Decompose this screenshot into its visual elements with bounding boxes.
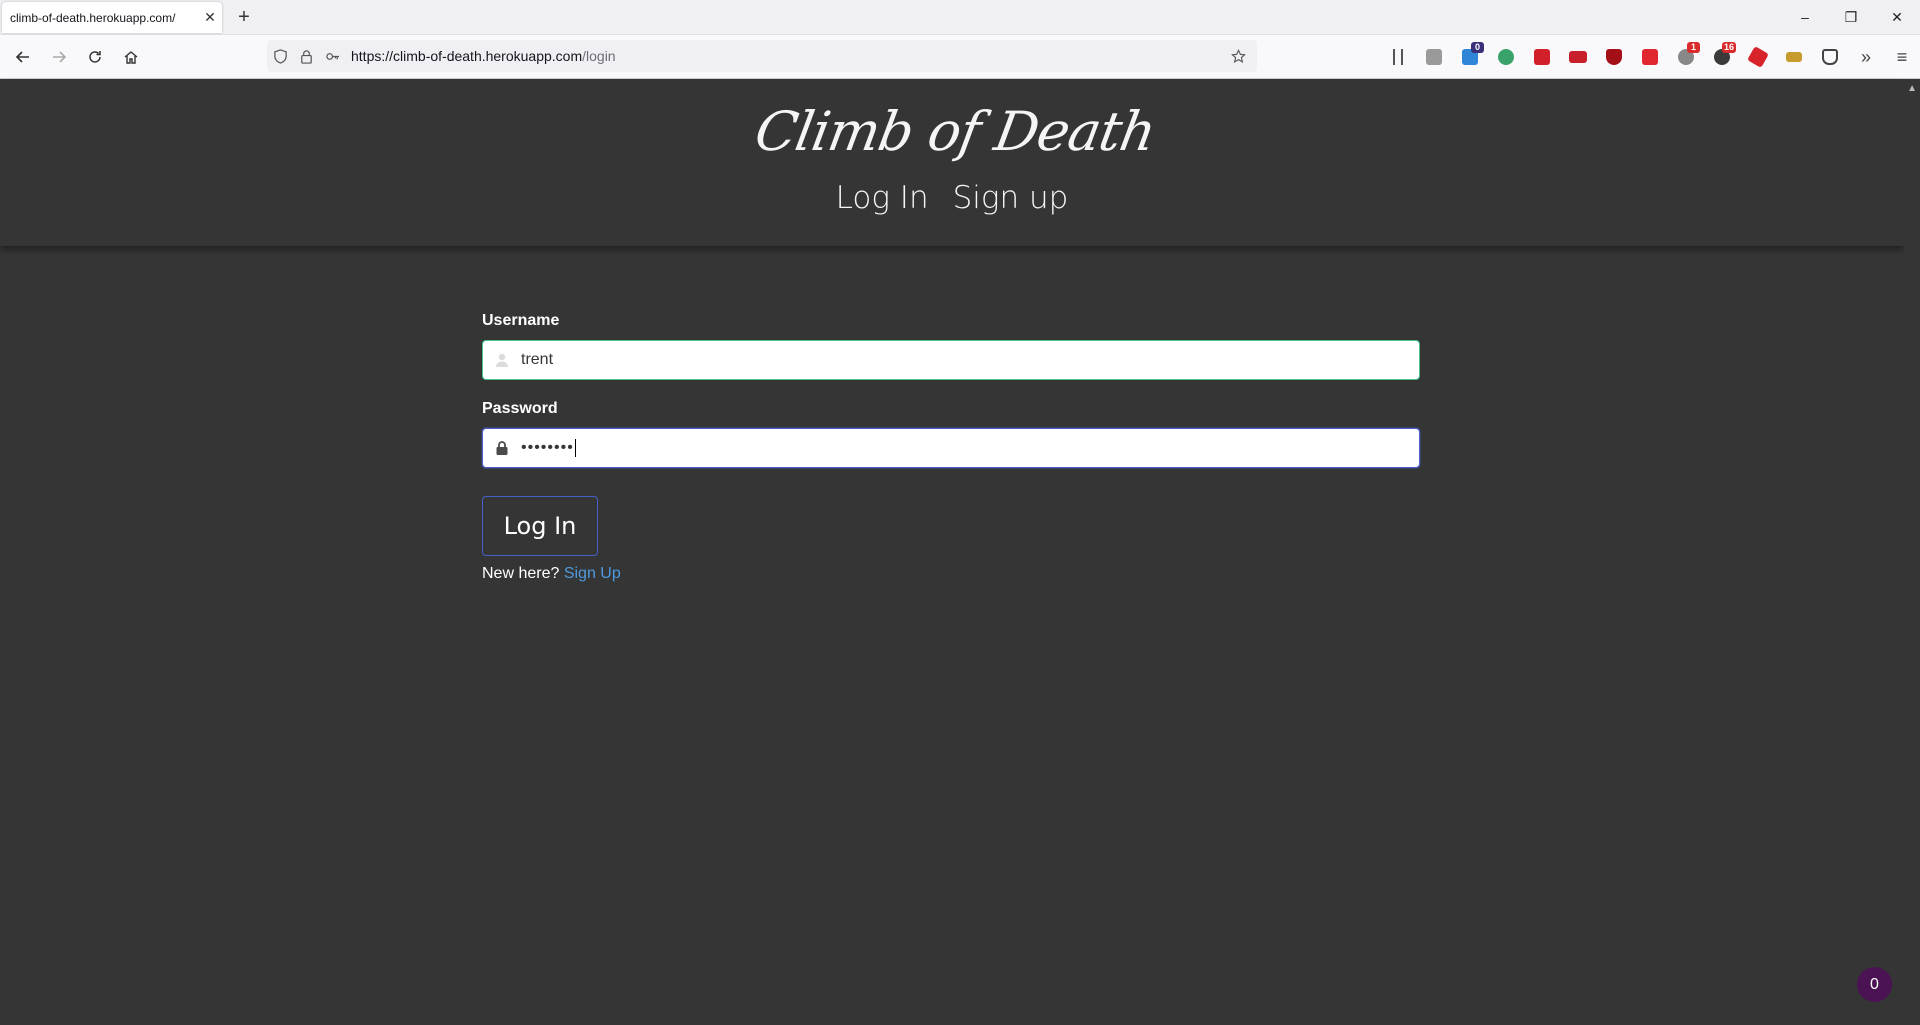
window-close-button[interactable]: ✕ (1874, 0, 1920, 34)
extension-bird-icon[interactable] (1776, 42, 1812, 72)
extension-badge: 16 (1721, 42, 1736, 53)
extension-toolbar: 0 1 16 » ≡ (1380, 42, 1920, 72)
bookmark-star-icon[interactable] (1225, 42, 1251, 70)
page: Climb of Death Log In Sign up Username t… (0, 80, 1904, 1025)
library-icon[interactable] (1380, 42, 1416, 72)
lock-icon[interactable] (293, 42, 319, 70)
close-icon[interactable]: ✕ (198, 6, 222, 30)
hamburger-menu-icon[interactable]: ≡ (1884, 42, 1920, 72)
key-icon[interactable] (319, 42, 345, 70)
extension-cloud-icon[interactable]: 16 (1704, 42, 1740, 72)
url-bar[interactable]: https://climb-of-death.herokuapp.com/log… (267, 40, 1257, 72)
logo-text: Climb of Death (750, 99, 1160, 163)
username-value: trent (521, 351, 554, 368)
new-here-text: New here? (482, 565, 560, 582)
username-label: Username (482, 312, 560, 329)
extension-gear-icon[interactable]: 1 (1668, 42, 1704, 72)
login-form: Username trent Password •••••••• Log In … (482, 312, 1420, 583)
ublock-icon[interactable] (1596, 42, 1632, 72)
password-value: •••••••• (521, 439, 574, 456)
nav-signup-link[interactable]: Sign up (953, 180, 1069, 216)
extension-badge: 0 (1471, 42, 1484, 53)
window-controls: – ❐ ✕ (1782, 0, 1920, 34)
username-field[interactable]: trent (482, 340, 1420, 380)
extension-blue-icon[interactable]: 0 (1452, 42, 1488, 72)
password-label: Password (482, 400, 558, 417)
extension-red-pen-icon[interactable] (1524, 42, 1560, 72)
reload-icon (89, 51, 101, 63)
user-icon (483, 352, 521, 368)
site-logo[interactable]: Climb of Death (750, 92, 1159, 170)
browser-tab[interactable]: climb-of-death.herokuapp.com/ ✕ (2, 2, 222, 33)
back-button[interactable] (8, 42, 38, 72)
reload-button[interactable] (80, 42, 110, 72)
tab-title: climb-of-death.herokuapp.com/ (10, 10, 176, 25)
url-host: https://climb-of-death.herokuapp.com (351, 48, 583, 64)
browser-tab-bar: climb-of-death.herokuapp.com/ ✕ + – ❐ ✕ (0, 0, 1920, 35)
restore-button[interactable]: ❐ (1828, 0, 1874, 34)
extension-s-icon[interactable] (1632, 42, 1668, 72)
site-header: Climb of Death Log In Sign up (0, 80, 1904, 246)
login-submit-button[interactable]: Log In (482, 496, 598, 556)
extension-gray-icon[interactable] (1416, 42, 1452, 72)
forward-button[interactable] (44, 42, 74, 72)
scroll-up-arrow-icon[interactable]: ▲ (1907, 83, 1917, 94)
url-path: /login (582, 48, 616, 64)
extension-badge: 1 (1687, 42, 1700, 53)
home-button[interactable] (116, 42, 146, 72)
bitwarden-icon[interactable] (1812, 42, 1848, 72)
back-arrow-icon (15, 51, 29, 63)
minimize-button[interactable]: – (1782, 0, 1828, 34)
browser-nav-bar: https://climb-of-death.herokuapp.com/log… (0, 35, 1920, 79)
new-tab-button[interactable]: + (232, 5, 256, 29)
signup-link[interactable]: Sign Up (564, 565, 621, 582)
home-icon (124, 51, 138, 64)
text-caret (574, 439, 576, 457)
shield-icon[interactable] (267, 42, 293, 70)
extension-green-icon[interactable] (1488, 42, 1524, 72)
site-nav: Log In Sign up (0, 180, 1904, 216)
url-text: https://climb-of-death.herokuapp.com/log… (351, 48, 1225, 64)
forward-arrow-icon (53, 51, 67, 63)
lock-icon (483, 440, 521, 456)
signup-prompt: New here? Sign Up (482, 565, 1420, 583)
password-field[interactable]: •••••••• (482, 428, 1420, 468)
extension-hd-icon[interactable] (1560, 42, 1596, 72)
notification-counter-badge[interactable]: 0 (1857, 967, 1892, 1002)
overflow-chevron-icon[interactable]: » (1848, 42, 1884, 72)
nav-login-link[interactable]: Log In (836, 180, 929, 216)
extension-hex-icon[interactable] (1740, 42, 1776, 72)
scrollbar[interactable] (1904, 80, 1920, 1025)
